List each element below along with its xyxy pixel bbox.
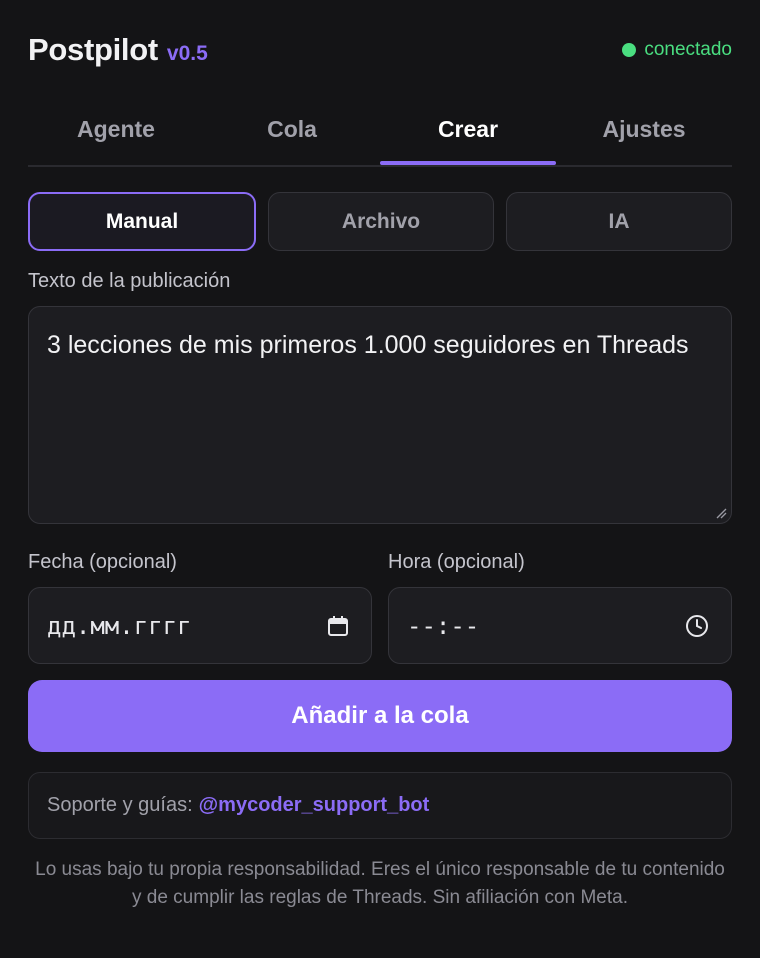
brand: Postpilot v0.5 — [28, 32, 208, 68]
calendar-icon[interactable] — [327, 615, 349, 637]
add-to-queue-button[interactable]: Añadir a la cola — [28, 680, 732, 752]
mode-archivo-button[interactable]: Archivo — [268, 192, 494, 251]
tab-agente[interactable]: Agente — [28, 96, 204, 163]
mode-ia-button[interactable]: IA — [506, 192, 732, 251]
status-dot-icon — [622, 43, 637, 57]
main-tabs: Agente Cola Crear Ajustes — [28, 96, 732, 167]
support-bot-link[interactable]: @mycoder_support_bot — [199, 794, 430, 817]
post-text-input[interactable]: 3 lecciones de mis primeros 1.000 seguid… — [28, 306, 732, 524]
create-mode-selector: Manual Archivo IA — [28, 192, 732, 251]
connection-status: conectado — [622, 39, 732, 61]
post-text-label: Texto de la publicación — [28, 270, 231, 292]
header: Postpilot v0.5 conectado — [28, 28, 732, 72]
tab-ajustes[interactable]: Ajustes — [556, 96, 732, 163]
tab-cola[interactable]: Cola — [204, 96, 380, 163]
app-name: Postpilot — [28, 32, 158, 67]
post-text-value: 3 lecciones de mis primeros 1.000 seguid… — [47, 331, 689, 359]
time-field-label: Hora (opcional) — [388, 551, 525, 573]
date-field-label: Fecha (opcional) — [28, 551, 177, 573]
status-label: conectado — [644, 39, 732, 60]
resize-handle-icon[interactable] — [715, 507, 727, 519]
disclaimer-text: Lo usas bajo tu propia responsabilidad. … — [35, 859, 725, 908]
clock-icon[interactable] — [685, 614, 709, 638]
tab-crear[interactable]: Crear — [380, 96, 556, 165]
app-version: v0.5 — [166, 42, 208, 65]
mode-manual-button[interactable]: Manual — [28, 192, 256, 251]
support-box: Soporte y guías: @mycoder_support_bot — [28, 772, 732, 839]
date-input-value: дд.мм.гггг — [47, 611, 192, 640]
time-input[interactable]: --:-- — [388, 587, 732, 664]
date-input[interactable]: дд.мм.гггг — [28, 587, 372, 664]
support-prefix: Soporte y guías: — [47, 794, 193, 816]
time-input-value: --:-- — [407, 611, 480, 640]
